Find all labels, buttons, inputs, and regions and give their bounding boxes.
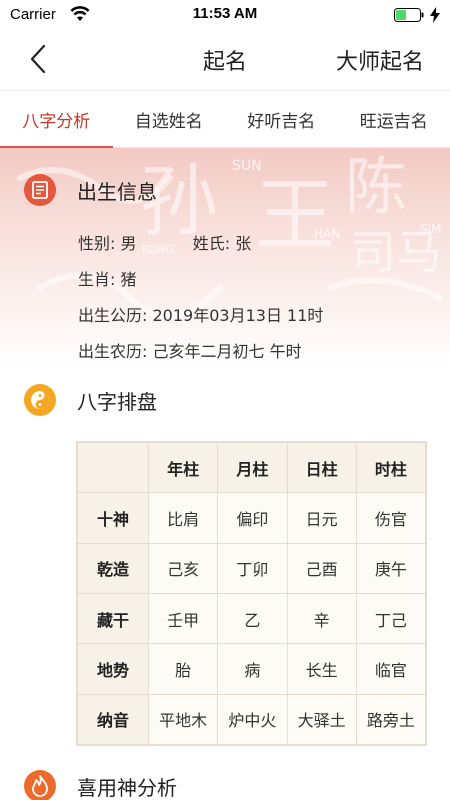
tab-custom-name[interactable]: 自选姓名 [113,91,226,147]
table-header-row: 年柱 月柱 日柱 时柱 [77,441,427,494]
birth-info-section-header: 出生信息 [24,174,157,206]
table-row: 十神 比肩 偏印 日元 伤官 [77,492,427,544]
zodiac-value: 猪 [120,270,137,289]
row-header: 藏干 [77,592,149,645]
surname-value: 张 [235,234,252,253]
master-naming-button[interactable]: 大师起名 [336,44,424,76]
table-cell: 大驿土 [286,693,357,746]
status-bar: Carrier 11:53 AM [0,0,450,30]
column-header: 月柱 [217,441,288,494]
table-row: 藏干 壬甲 乙 辛 丁己 [77,592,427,645]
table-cell: 胎 [147,643,219,695]
table-cell: 炉中火 [217,693,288,746]
table-cell: 己酉 [286,542,357,594]
column-header: 时柱 [355,441,427,494]
bazi-section-header: 八字排盘 [24,384,157,416]
table-cell: 伤官 [355,492,427,544]
table-cell: 长生 [286,643,357,695]
table-corner-cell [77,441,149,494]
table-cell: 乙 [217,592,288,645]
zodiac-line: 生肖: 猪 [78,266,137,290]
tab-bar: 八字分析 自选姓名 好听吉名 旺运吉名 [0,90,450,148]
xiyong-title: 喜用神分析 [77,775,177,800]
table-row: 地势 胎 病 长生 临官 [77,643,427,695]
zodiac-label: 生肖: [78,270,116,289]
banner-glyph: SIM [420,222,442,236]
bazi-title: 八字排盘 [77,389,157,414]
navigation-bar: 起名 大师起名 [0,30,450,90]
table-cell: 己亥 [147,542,219,594]
column-header: 年柱 [147,441,219,494]
table-cell: 日元 [286,492,357,544]
banner-glyph: 王 [255,169,335,262]
row-header: 乾造 [77,542,149,594]
yin-yang-icon [24,384,56,416]
table-cell: 偏印 [217,492,288,544]
lunar-birth-line: 出生农历: 己亥年二月初七 午时 [78,338,302,362]
gender-value: 男 [120,234,137,253]
xiyong-section-header: 喜用神分析 [24,770,177,800]
row-header: 十神 [77,492,149,544]
table-row: 纳音 平地木 炉中火 大驿土 路旁土 [77,693,427,746]
table-cell: 庚午 [355,542,427,594]
table-cell: 平地木 [147,693,219,746]
banner-glyph: 陈 [345,150,407,223]
table-cell: 壬甲 [147,592,219,645]
column-header: 日柱 [286,441,357,494]
bazi-table: 年柱 月柱 日柱 时柱 十神 比肩 偏印 日元 伤官 乾造 己亥 丁卯 己酉 庚… [76,441,427,746]
tab-bazi-analysis[interactable]: 八字分析 [0,91,113,148]
tab-pleasant-name[interactable]: 好听吉名 [225,91,338,147]
gender-surname-line: 性别: 男 姓氏: 张 [78,230,251,254]
status-time: 11:53 AM [192,5,258,22]
solar-birth-value: 2019年03月13日 11时 [152,306,324,325]
row-header: 地势 [77,643,149,695]
table-cell: 比肩 [147,492,219,544]
document-icon [24,174,56,206]
table-cell: 临官 [355,643,427,695]
banner-glyph: HAN [314,227,340,241]
table-cell: 路旁土 [355,693,427,746]
banner-glyph: SUN [232,158,262,174]
gender-label: 性别: [78,234,116,253]
charging-bolt-icon [430,7,440,23]
birth-info-title: 出生信息 [77,179,157,204]
table-cell: 丁卯 [217,542,288,594]
table-row: 乾造 己亥 丁卯 己酉 庚午 [77,542,427,594]
solar-birth-line: 出生公历: 2019年03月13日 11时 [78,302,323,326]
table-cell: 辛 [286,592,357,645]
lunar-birth-label: 出生农历: [78,342,148,361]
table-cell: 丁己 [355,592,427,645]
solar-birth-label: 出生公历: [78,306,148,325]
row-header: 纳音 [77,693,149,746]
battery-icon [394,8,424,22]
flame-icon [24,770,56,800]
lunar-birth-value: 己亥年二月初七 午时 [152,342,302,361]
tab-lucky-name[interactable]: 旺运吉名 [338,91,450,147]
table-cell: 病 [217,643,288,695]
surname-label: 姓氏: [192,234,231,253]
